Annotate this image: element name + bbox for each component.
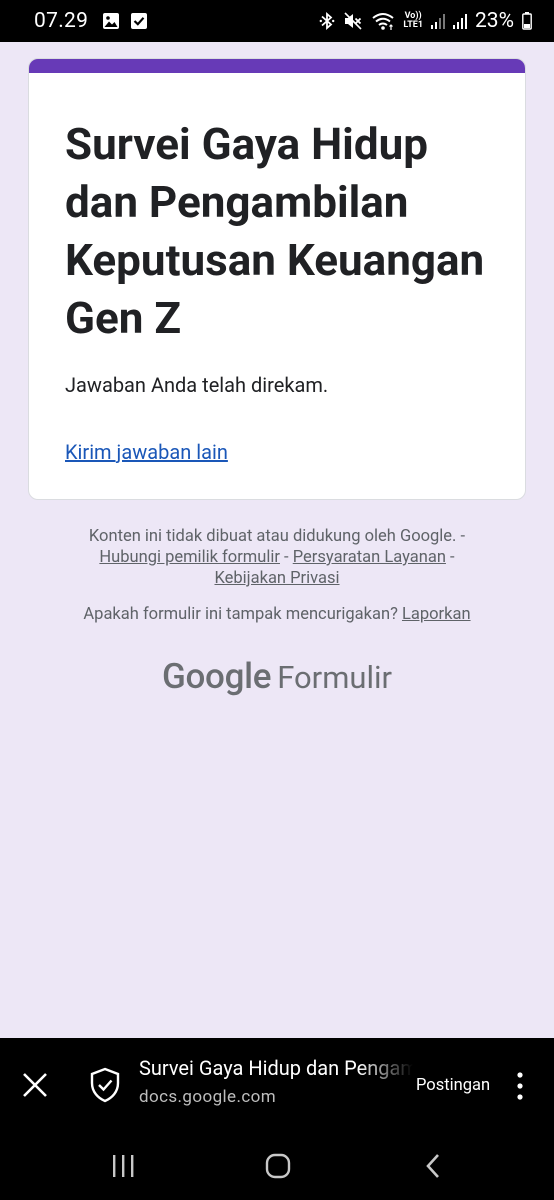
back-icon[interactable]	[422, 1152, 446, 1184]
confirmation-card: Survei Gaya Hidup dan Pengambilan Keputu…	[28, 58, 526, 500]
volte-icon: Vo)) LTE1	[403, 12, 423, 30]
battery-percent: 23%	[475, 9, 514, 33]
signal-icon	[431, 12, 445, 30]
report-question: Apakah formulir ini tampak mencurigakan?	[83, 605, 398, 624]
form-page: Survei Gaya Hidup dan Pengambilan Keputu…	[0, 42, 554, 1038]
shield-check-icon[interactable]	[88, 1067, 122, 1103]
more-vert-icon[interactable]	[508, 1069, 532, 1103]
google-forms-logo[interactable]: Google Formulir	[0, 656, 554, 697]
mute-icon	[343, 11, 363, 31]
privacy-link[interactable]: Kebijakan Privasi	[214, 569, 339, 588]
separator: -	[445, 548, 455, 567]
contact-owner-link[interactable]: Hubungi pemilik formulir	[99, 548, 280, 567]
navigation-bar	[0, 1134, 554, 1200]
submit-another-link[interactable]: Kirim jawaban lain	[65, 440, 228, 464]
confirmation-message: Jawaban Anda telah direkam.	[65, 373, 329, 397]
battery-icon	[522, 12, 532, 30]
recent-apps-icon[interactable]	[110, 1152, 136, 1184]
page-title: Survei Gaya Hidup dan Pengambilan Keputu…	[139, 1056, 413, 1080]
status-bar: 07.29 Vo)) LTE1 23%	[0, 0, 554, 42]
brand-google: Google	[161, 656, 272, 697]
image-icon	[102, 12, 120, 30]
close-icon[interactable]	[19, 1069, 51, 1101]
status-time: 07.29	[34, 9, 89, 33]
terms-link[interactable]: Persyaratan Layanan	[293, 548, 446, 567]
separator: -	[279, 548, 293, 567]
brand-product: Formulir	[277, 659, 393, 696]
browser-bottom-bar: Survei Gaya Hidup dan Pengambilan Keputu…	[0, 1038, 554, 1134]
form-title: Survei Gaya Hidup dan Pengambilan Keputu…	[65, 118, 485, 344]
lte-label: LTE1	[403, 20, 423, 30]
home-icon[interactable]	[264, 1152, 292, 1184]
report-link[interactable]: Laporkan	[402, 605, 471, 624]
bluetooth-icon	[319, 11, 335, 31]
wifi-icon	[371, 11, 395, 31]
report-row: Apakah formulir ini tampak mencurigakan?…	[0, 605, 554, 624]
footer-disclaimer: Konten ini tidak dibuat atau didukung ol…	[40, 526, 514, 589]
card-accent-bar	[29, 59, 525, 73]
signal-icon	[453, 12, 467, 30]
post-button[interactable]: Postingan	[416, 1076, 490, 1095]
check-box-icon	[130, 12, 148, 30]
disclaimer-text: Konten ini tidak dibuat atau didukung ol…	[88, 527, 466, 546]
page-url: docs.google.com	[139, 1087, 277, 1107]
